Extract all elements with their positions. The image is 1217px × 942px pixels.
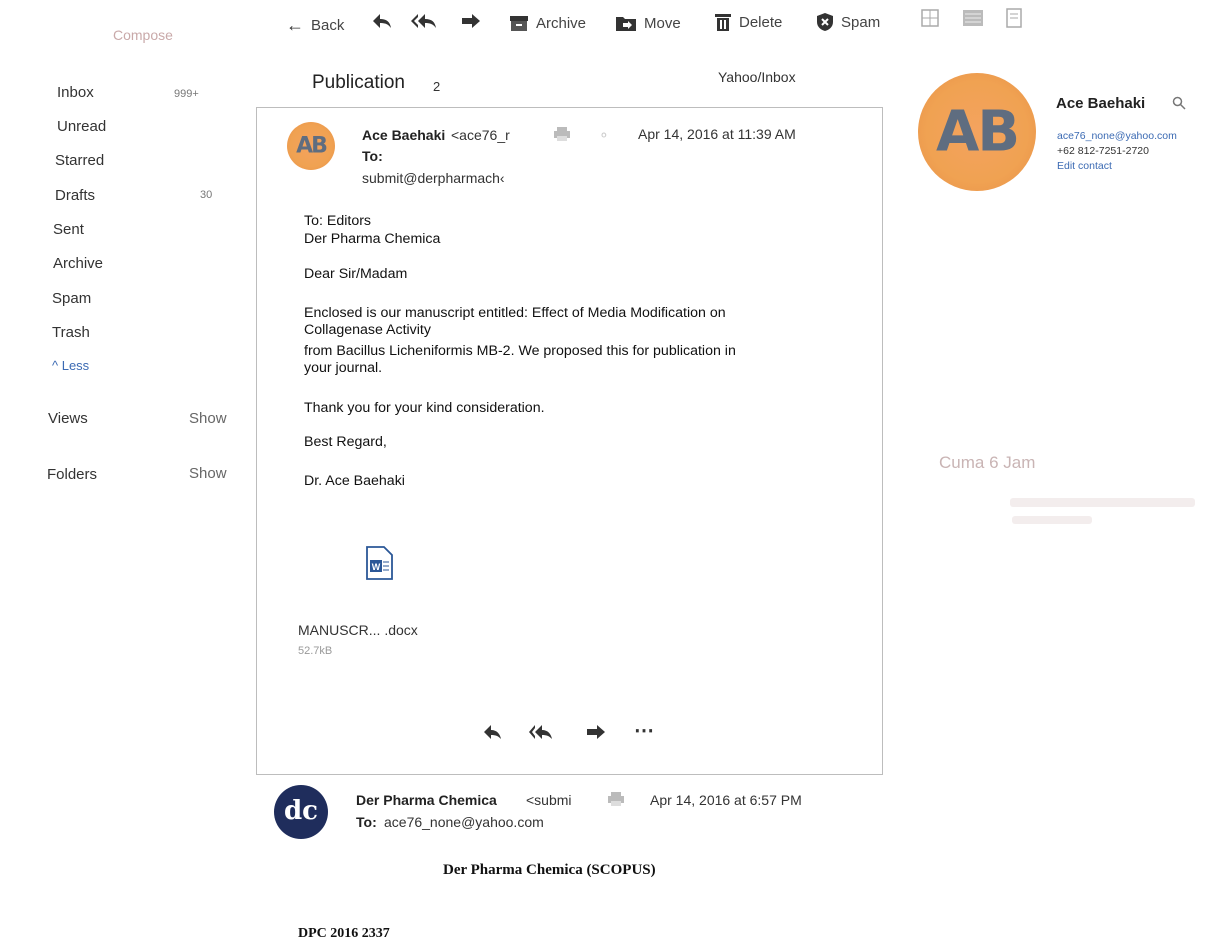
sidebar-item-sent[interactable]: Sent [53, 221, 84, 238]
quick-forward-icon[interactable] [585, 724, 607, 745]
recipient-address[interactable]: submit@derpharmach‹ [362, 170, 505, 186]
body-signature: Dr. Ace Baehaki [304, 473, 405, 489]
delete-label: Delete [739, 13, 783, 31]
sidebar-item-drafts[interactable]: Drafts [55, 187, 95, 204]
inbox-count: 999+ [174, 88, 199, 100]
spam-button[interactable]: Spam [816, 12, 880, 32]
ad-text-blurred [1010, 498, 1195, 507]
archive-button[interactable]: Archive [509, 14, 586, 32]
message-date: Apr 14, 2016 at 11:39 AM [638, 126, 796, 142]
print-icon[interactable] [553, 126, 571, 147]
back-arrow-icon: ← [286, 15, 304, 35]
sender-name[interactable]: Ace Baehaki [362, 127, 445, 143]
sender-avatar[interactable]: AB [287, 122, 335, 170]
back-button[interactable]: ← Back [286, 15, 344, 36]
print-icon-dpc[interactable] [607, 791, 625, 812]
body-para-line3: from Bacillus Licheniformis MB-2. We pro… [304, 343, 736, 359]
sender-email-dpc: <submi [526, 792, 572, 808]
contact-phone: +62 812-7251-2720 [1057, 145, 1149, 157]
body-para-line1: Enclosed is our manuscript entitled: Eff… [304, 305, 726, 321]
list-view-icon[interactable] [962, 9, 984, 32]
ad-text-blurred-2 [1012, 516, 1092, 524]
ad-headline[interactable]: Cuma 6 Jam [939, 453, 1035, 473]
sender-email: <ace76_r [451, 127, 510, 143]
contact-avatar-initials: AB [935, 99, 1020, 165]
folder-move-icon [615, 14, 637, 32]
less-toggle[interactable]: ^ Less [52, 358, 89, 373]
folders-heading: Folders [47, 466, 98, 483]
attachment-filename[interactable]: MANUSCR... .docx [298, 622, 418, 638]
sender-avatar-dpc-initials: dc [283, 796, 318, 826]
move-label: Move [644, 14, 681, 32]
body-line-journal: Der Pharma Chemica [304, 231, 441, 247]
sidebar-item-inbox[interactable]: Inbox [57, 84, 94, 101]
delete-button[interactable]: Delete [714, 12, 782, 32]
sidebar-item-starred[interactable]: Starred [55, 152, 104, 169]
sender-avatar-initials: AB [296, 133, 328, 159]
edit-contact-link[interactable]: Edit contact [1057, 160, 1112, 172]
message-date-dpc: Apr 14, 2016 at 6:57 PM [650, 792, 802, 808]
trash-icon [714, 12, 732, 32]
sidebar-item-spam[interactable]: Spam [52, 290, 91, 307]
views-heading: Views [48, 410, 88, 427]
back-label: Back [311, 17, 345, 34]
archive-icon [509, 14, 529, 32]
body-closing: Best Regard, [304, 434, 387, 450]
attachment-size: 52.7kB [298, 645, 333, 657]
forward-icon[interactable] [460, 12, 482, 35]
body-greeting: Dear Sir/Madam [304, 266, 408, 282]
thread-location: Yahoo/Inbox [718, 69, 796, 85]
recipient-address-dpc[interactable]: ace76_none@yahoo.com [384, 814, 544, 830]
body-para-line2: Collagenase Activity [304, 322, 431, 338]
dpc-heading: Der Pharma Chemica (SCOPUS) [443, 862, 656, 878]
sidebar-item-archive[interactable]: Archive [53, 255, 103, 272]
views-show-link[interactable]: Show [189, 410, 227, 427]
move-button[interactable]: Move [615, 14, 681, 32]
contact-avatar[interactable]: AB [918, 73, 1036, 191]
svg-text:W: W [372, 562, 381, 572]
quick-reply-all-icon[interactable] [528, 723, 554, 746]
archive-label: Archive [536, 14, 587, 32]
reply-icon[interactable] [371, 10, 393, 37]
thread-message-count: 2 [433, 79, 441, 94]
spam-label: Spam [841, 13, 881, 31]
body-para-line4: your journal. [304, 360, 383, 376]
sidebar-item-unread[interactable]: Unread [57, 118, 106, 135]
drafts-count: 30 [200, 189, 213, 201]
reply-all-icon[interactable] [410, 10, 438, 37]
quick-reply-icon[interactable] [483, 723, 503, 746]
attachment-clip-icon: ⚬ [598, 127, 610, 143]
word-document-icon[interactable]: W [364, 546, 394, 585]
compose-button[interactable]: Compose [113, 27, 173, 43]
sidebar-item-trash[interactable]: Trash [52, 324, 90, 341]
contact-name: Ace Baehaki [1056, 95, 1146, 112]
body-line-to-editors: To: Editors [304, 213, 372, 229]
more-actions-icon[interactable]: ⋯ [634, 718, 655, 743]
sender-avatar-dpc[interactable]: dc [274, 785, 328, 839]
folders-show-link[interactable]: Show [189, 465, 227, 482]
body-thanks: Thank you for your kind consideration. [304, 400, 545, 416]
contact-email[interactable]: ace76_none@yahoo.com [1057, 130, 1177, 142]
layout-toggle-icon[interactable] [921, 9, 939, 32]
to-label-dpc: To: [356, 814, 377, 830]
thread-subject: Publication [312, 72, 405, 93]
to-label: To: [362, 148, 383, 164]
shield-icon [816, 12, 834, 32]
sender-name-dpc[interactable]: Der Pharma Chemica [356, 792, 497, 808]
search-icon[interactable] [1172, 96, 1186, 115]
print-view-icon[interactable] [1006, 8, 1022, 33]
dpc-reference: DPC 2016 2337 [298, 926, 390, 941]
